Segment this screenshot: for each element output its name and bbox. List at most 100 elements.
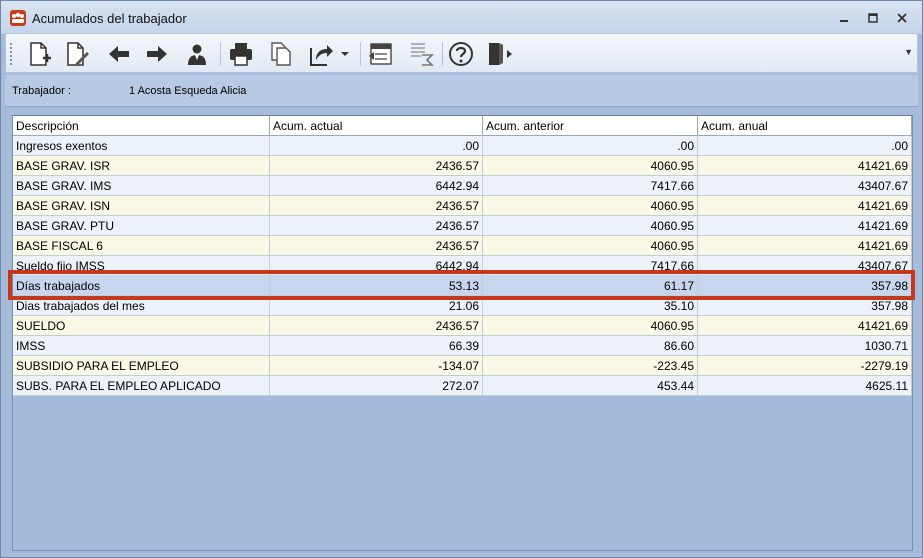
cell-acum-anual[interactable]: 357.98	[698, 296, 912, 316]
worker-label: Trabajador :	[12, 85, 71, 97]
cell-acum-anterior[interactable]: 453.44	[483, 376, 698, 396]
column-header-descripcion[interactable]: Descripción	[13, 116, 270, 136]
toolbar-overflow-button[interactable]: ▼	[904, 47, 913, 57]
table-row[interactable]: Sueldo fijo IMSS 6442.94 7417.66 43407.67	[13, 256, 912, 276]
cell-acum-anterior[interactable]: 4060.95	[483, 236, 698, 256]
restore-icon	[868, 13, 878, 23]
table-row[interactable]: BASE GRAV. ISR 2436.57 4060.95 41421.69	[13, 156, 912, 176]
cell-descripcion[interactable]: BASE GRAV. IMS	[13, 176, 270, 196]
cell-acum-actual[interactable]: 21.06	[270, 296, 483, 316]
cell-descripcion[interactable]: BASE FISCAL 6	[13, 236, 270, 256]
edit-record-button[interactable]	[60, 38, 94, 70]
table-row[interactable]: SUELDO 2436.57 4060.95 41421.69	[13, 316, 912, 336]
cell-acum-anual[interactable]: 357.98	[698, 276, 912, 296]
cell-acum-anual[interactable]: 4625.11	[698, 376, 912, 396]
new-record-button[interactable]	[22, 38, 56, 70]
minimize-button[interactable]	[833, 8, 855, 28]
cell-acum-actual[interactable]: .00	[270, 136, 483, 156]
cell-acum-anterior[interactable]: .00	[483, 136, 698, 156]
cell-descripcion[interactable]: Dias trabajados del mes	[13, 296, 270, 316]
cell-descripcion[interactable]: BASE GRAV. ISR	[13, 156, 270, 176]
cell-acum-anterior[interactable]: 7417.66	[483, 176, 698, 196]
cell-acum-anual[interactable]: 41421.69	[698, 236, 912, 256]
previous-button[interactable]	[102, 38, 136, 70]
cell-acum-anterior[interactable]: -223.45	[483, 356, 698, 376]
print-button[interactable]	[224, 38, 258, 70]
copy-button[interactable]	[264, 38, 298, 70]
column-header-acum-actual[interactable]: Acum. actual	[270, 116, 483, 136]
table-row[interactable]: BASE GRAV. ISN 2436.57 4060.95 41421.69	[13, 196, 912, 216]
cell-descripcion[interactable]: Días trabajados	[13, 276, 270, 296]
cell-acum-anual[interactable]: 41421.69	[698, 316, 912, 336]
cell-acum-anterior[interactable]: 35.10	[483, 296, 698, 316]
table-row[interactable]: BASE GRAV. IMS 6442.94 7417.66 43407.67	[13, 176, 912, 196]
cell-acum-actual[interactable]: 2436.57	[270, 316, 483, 336]
cell-acum-anual[interactable]: 43407.67	[698, 256, 912, 276]
table-row[interactable]: IMSS 66.39 86.60 1030.71	[13, 336, 912, 356]
table-row-selected[interactable]: Días trabajados 53.13 61.17 357.98	[13, 276, 912, 296]
cell-acum-anterior[interactable]: 7417.66	[483, 256, 698, 276]
chevron-down-icon	[341, 52, 349, 56]
cell-descripcion[interactable]: IMSS	[13, 336, 270, 356]
app-people-icon	[10, 10, 26, 26]
close-button[interactable]	[891, 8, 913, 28]
table-row[interactable]: BASE FISCAL 6 2436.57 4060.95 41421.69	[13, 236, 912, 256]
accumulated-window: Acumulados del trabajador ▼ Trabajador:…	[0, 0, 923, 558]
cell-acum-actual[interactable]: 2436.57	[270, 156, 483, 176]
cell-acum-anual[interactable]: 1030.71	[698, 336, 912, 356]
cell-descripcion[interactable]: SUBSIDIO PARA EL EMPLEO	[13, 356, 270, 376]
totals-button[interactable]	[404, 38, 438, 70]
cell-acum-anterior[interactable]: 4060.95	[483, 196, 698, 216]
title-bar[interactable]: Acumulados del trabajador	[1, 1, 922, 35]
cell-acum-anual[interactable]: 41421.69	[698, 156, 912, 176]
table-row[interactable]: SUBSIDIO PARA EL EMPLEO -134.07 -223.45 -22…	[13, 356, 912, 376]
cell-acum-anual[interactable]: -2279.19	[698, 356, 912, 376]
column-header-acum-anual[interactable]: Acum. anual	[698, 116, 912, 136]
cell-acum-actual[interactable]: 66.39	[270, 336, 483, 356]
cell-acum-actual[interactable]: 2436.57	[270, 196, 483, 216]
table-row[interactable]: Dias trabajados del mes 21.06 35.10 357.98	[13, 296, 912, 316]
cell-acum-anterior[interactable]: 4060.95	[483, 216, 698, 236]
export-dropdown-button[interactable]	[338, 38, 352, 70]
cell-acum-actual[interactable]: 6442.94	[270, 256, 483, 276]
exit-button[interactable]	[482, 38, 516, 70]
cell-acum-actual[interactable]: 53.13	[270, 276, 483, 296]
cell-acum-anterior[interactable]: 4060.95	[483, 156, 698, 176]
cell-descripcion[interactable]: SUELDO	[13, 316, 270, 336]
cell-descripcion[interactable]: SUBS. PARA EL EMPLEO APLICADO	[13, 376, 270, 396]
cell-acum-actual[interactable]: 272.07	[270, 376, 483, 396]
worker-value: 1 Acosta Esqueda Alicia	[129, 85, 247, 97]
worker-info-bar: Trabajador : 1 Acosta Esqueda Alicia	[5, 75, 918, 107]
cell-descripcion[interactable]: BASE GRAV. ISN	[13, 196, 270, 216]
cell-acum-actual[interactable]: 6442.94	[270, 176, 483, 196]
exit-icon	[489, 43, 512, 65]
new-document-icon	[30, 42, 51, 66]
cell-descripcion[interactable]: Sueldo fijo IMSS	[13, 256, 270, 276]
column-header-acum-anterior[interactable]: Acum. anterior	[483, 116, 698, 136]
cell-acum-actual[interactable]: 2436.57	[270, 236, 483, 256]
cell-acum-anual[interactable]: 41421.69	[698, 216, 912, 236]
help-button[interactable]	[444, 38, 478, 70]
next-button[interactable]	[140, 38, 174, 70]
cell-acum-anterior[interactable]: 4060.95	[483, 316, 698, 336]
accumulated-grid[interactable]: Descripción Acum. actual Acum. anterior …	[12, 115, 913, 551]
cell-acum-anterior[interactable]: 61.17	[483, 276, 698, 296]
table-row[interactable]: Ingresos exentos .00.00.00	[13, 136, 912, 156]
table-row[interactable]: SUBS. PARA EL EMPLEO APLICADO 272.07 453.4…	[13, 376, 912, 396]
cell-acum-actual[interactable]: 2436.57	[270, 216, 483, 236]
transfer-button[interactable]	[364, 38, 398, 70]
table-row[interactable]: BASE GRAV. PTU 2436.57 4060.95 41421.69	[13, 216, 912, 236]
restore-button[interactable]	[862, 8, 884, 28]
cell-acum-anual[interactable]: 43407.67	[698, 176, 912, 196]
toolbar: ▼	[5, 33, 918, 73]
toolbar-grip[interactable]	[10, 43, 13, 65]
cell-acum-anual[interactable]: .00	[698, 136, 912, 156]
worker-button[interactable]	[180, 38, 214, 70]
cell-acum-actual[interactable]: -134.07	[270, 356, 483, 376]
cell-descripcion[interactable]: BASE GRAV. PTU	[13, 216, 270, 236]
export-button[interactable]	[304, 38, 338, 70]
cell-acum-anual[interactable]: 41421.69	[698, 196, 912, 216]
cell-descripcion[interactable]: Ingresos exentos	[13, 136, 270, 156]
cell-acum-anterior[interactable]: 86.60	[483, 336, 698, 356]
arrow-left-icon	[109, 46, 129, 62]
